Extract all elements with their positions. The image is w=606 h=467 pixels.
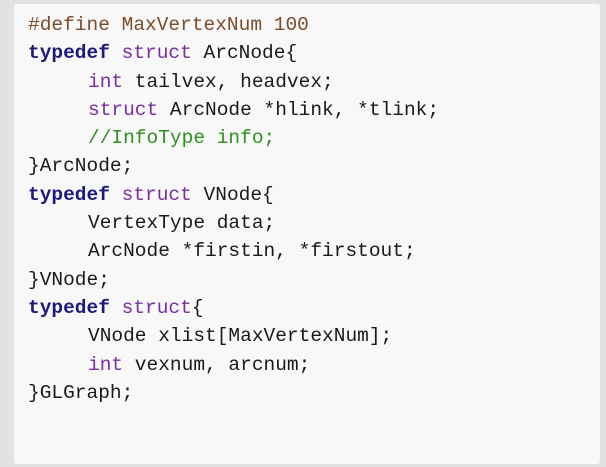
- code-line-vnode-close: }VNode;: [28, 266, 439, 294]
- typedef-keyword: typedef: [28, 42, 110, 65]
- code-line-tailvex: int tailvex, headvex;: [28, 68, 439, 96]
- code-block: #define MaxVertexNum 100 typedef struct A…: [28, 11, 439, 407]
- screen: #define MaxVertexNum 100 typedef struct A…: [0, 0, 606, 467]
- field-decl: tailvex, headvex;: [123, 70, 334, 93]
- code-line-comment: //InfoType info;: [28, 124, 439, 152]
- code-comment: //InfoType info;: [88, 127, 276, 150]
- field-decl: ArcNode *hlink, *tlink;: [158, 98, 440, 121]
- field-decl: VertexType data;: [88, 212, 276, 235]
- code-line-graph-close: }GLGraph;: [28, 379, 439, 407]
- typedef-keyword: typedef: [28, 183, 110, 206]
- struct-keyword: struct: [109, 42, 192, 65]
- struct-open: {: [191, 296, 204, 319]
- struct-keyword: struct: [88, 98, 159, 121]
- code-line-typedef-arcnode: typedef struct ArcNode{: [28, 39, 439, 67]
- code-line-firstin: ArcNode *firstin, *firstout;: [28, 237, 439, 265]
- struct-close: }ArcNode;: [28, 155, 134, 178]
- code-line-hlink: struct ArcNode *hlink, *tlink;: [28, 96, 439, 124]
- field-decl: vexnum, arcnum;: [123, 353, 311, 376]
- struct-keyword: struct: [109, 183, 192, 206]
- code-line-arcnode-close: }ArcNode;: [28, 152, 439, 180]
- typedef-keyword: typedef: [28, 296, 110, 319]
- int-keyword: int: [88, 70, 124, 93]
- struct-close: }GLGraph;: [28, 381, 134, 404]
- code-line-data: VertexType data;: [28, 209, 439, 237]
- struct-name: VNode{: [191, 183, 274, 206]
- code-panel: #define MaxVertexNum 100 typedef struct A…: [14, 4, 600, 464]
- struct-close: }VNode;: [28, 268, 110, 291]
- code-line-define: #define MaxVertexNum 100: [28, 11, 439, 39]
- field-decl: ArcNode *firstin, *firstout;: [88, 240, 416, 263]
- code-line-xlist: VNode xlist[MaxVertexNum];: [28, 322, 439, 350]
- struct-keyword: struct: [109, 296, 192, 319]
- struct-name: ArcNode{: [191, 42, 298, 65]
- code-line-typedef-graph: typedef struct{: [28, 294, 439, 322]
- int-keyword: int: [88, 353, 124, 376]
- code-line-vexnum: int vexnum, arcnum;: [28, 351, 439, 379]
- define-directive: #define MaxVertexNum 100: [28, 14, 309, 36]
- code-line-typedef-vnode: typedef struct VNode{: [28, 181, 439, 209]
- field-decl: VNode xlist[MaxVertexNum];: [88, 325, 393, 348]
